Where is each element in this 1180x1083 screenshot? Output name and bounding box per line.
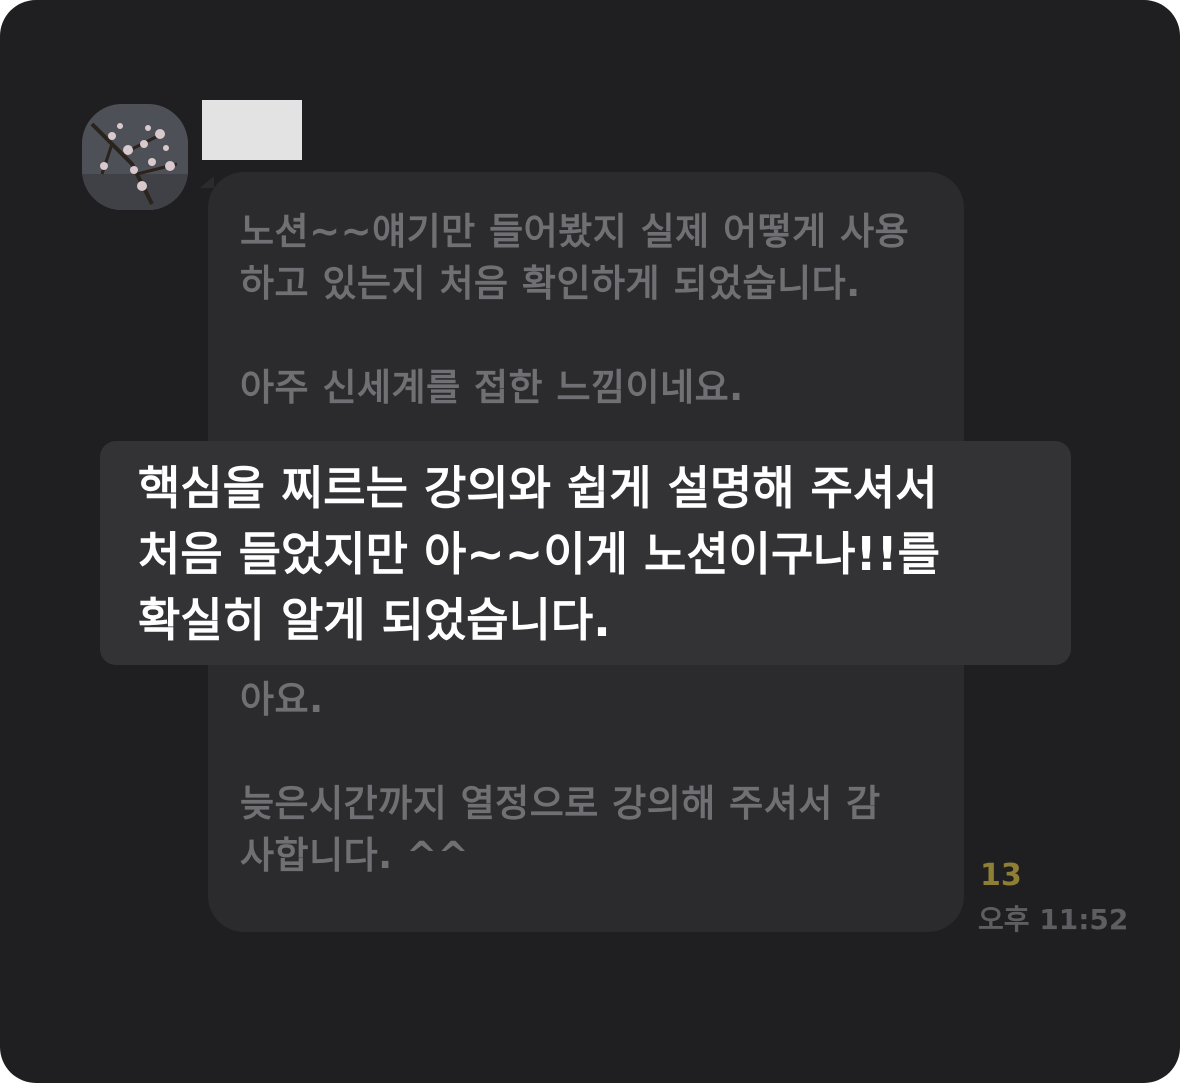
message-line: 아요. (240, 678, 324, 721)
highlight-line: 처음 들었지만 아~~이게 노션이구나!!를 (138, 527, 940, 581)
chat-window: 노션~~얘기만 들어봤지 실제 어떻게 사용 하고 있는지 처음 확인하게 되었… (0, 0, 1180, 1083)
message-line: 늦은시간까지 열정으로 강의해 주셔서 감 (240, 782, 881, 825)
sender-name-redacted (202, 100, 302, 160)
blossom-branch-image (82, 104, 188, 210)
bubble-tail (200, 176, 214, 188)
message-line: 아주 신세계를 접한 느낌이네요. (240, 366, 744, 409)
highlight-line: 확실히 알게 되었습니다. (138, 593, 611, 647)
highlight-quote-box: 핵심을 찌르는 강의와 쉽게 설명해 주셔서 처음 들었지만 아~~이게 노션이… (100, 441, 1071, 665)
message-line: 사합니다. ^^ (240, 834, 470, 877)
highlight-text: 핵심을 찌르는 강의와 쉽게 설명해 주셔서 처음 들었지만 아~~이게 노션이… (138, 455, 940, 653)
message-line: 하고 있는지 처음 확인하게 되었습니다. (240, 262, 861, 305)
highlight-line: 핵심을 찌르는 강의와 쉽게 설명해 주셔서 (138, 461, 938, 515)
sender-avatar[interactable] (82, 104, 188, 210)
unread-count: 13 (980, 858, 1022, 893)
message-line: 노션~~얘기만 들어봤지 실제 어떻게 사용 (240, 210, 910, 253)
message-timestamp: 오후 11:52 (978, 903, 1129, 936)
